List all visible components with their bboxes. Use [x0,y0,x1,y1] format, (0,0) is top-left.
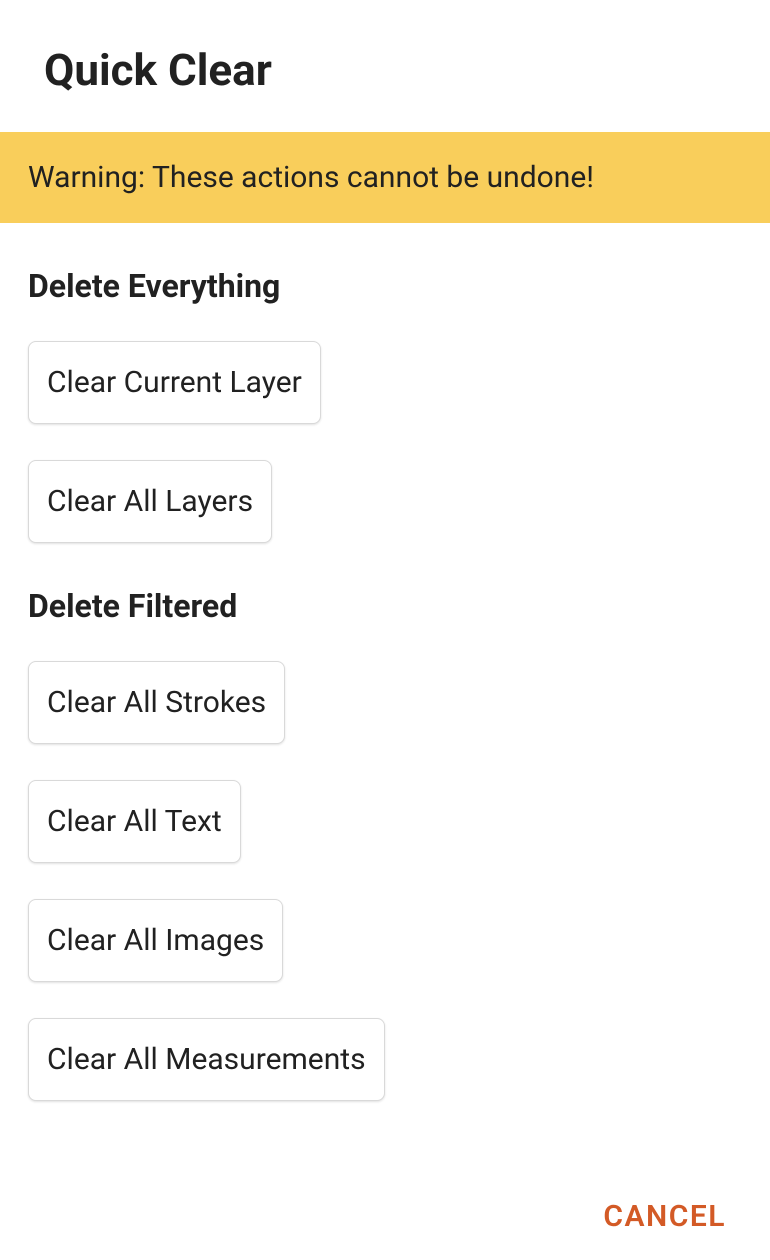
clear-all-text-button[interactable]: Clear All Text [28,780,241,863]
section-delete-everything: Delete Everything Clear Current Layer Cl… [0,267,770,543]
section-delete-filtered: Delete Filtered Clear All Strokes Clear … [0,587,770,1101]
clear-current-layer-button[interactable]: Clear Current Layer [28,341,321,424]
dialog-actions: CANCEL [603,1199,726,1234]
clear-all-strokes-button[interactable]: Clear All Strokes [28,661,285,744]
clear-all-layers-button[interactable]: Clear All Layers [28,460,272,543]
cancel-button[interactable]: CANCEL [603,1199,726,1234]
clear-all-images-button[interactable]: Clear All Images [28,899,283,982]
section-title-everything: Delete Everything [28,267,742,305]
section-title-filtered: Delete Filtered [28,587,742,625]
clear-all-measurements-button[interactable]: Clear All Measurements [28,1018,385,1101]
warning-banner: Warning: These actions cannot be undone! [0,132,770,223]
dialog-title: Quick Clear [0,0,770,132]
